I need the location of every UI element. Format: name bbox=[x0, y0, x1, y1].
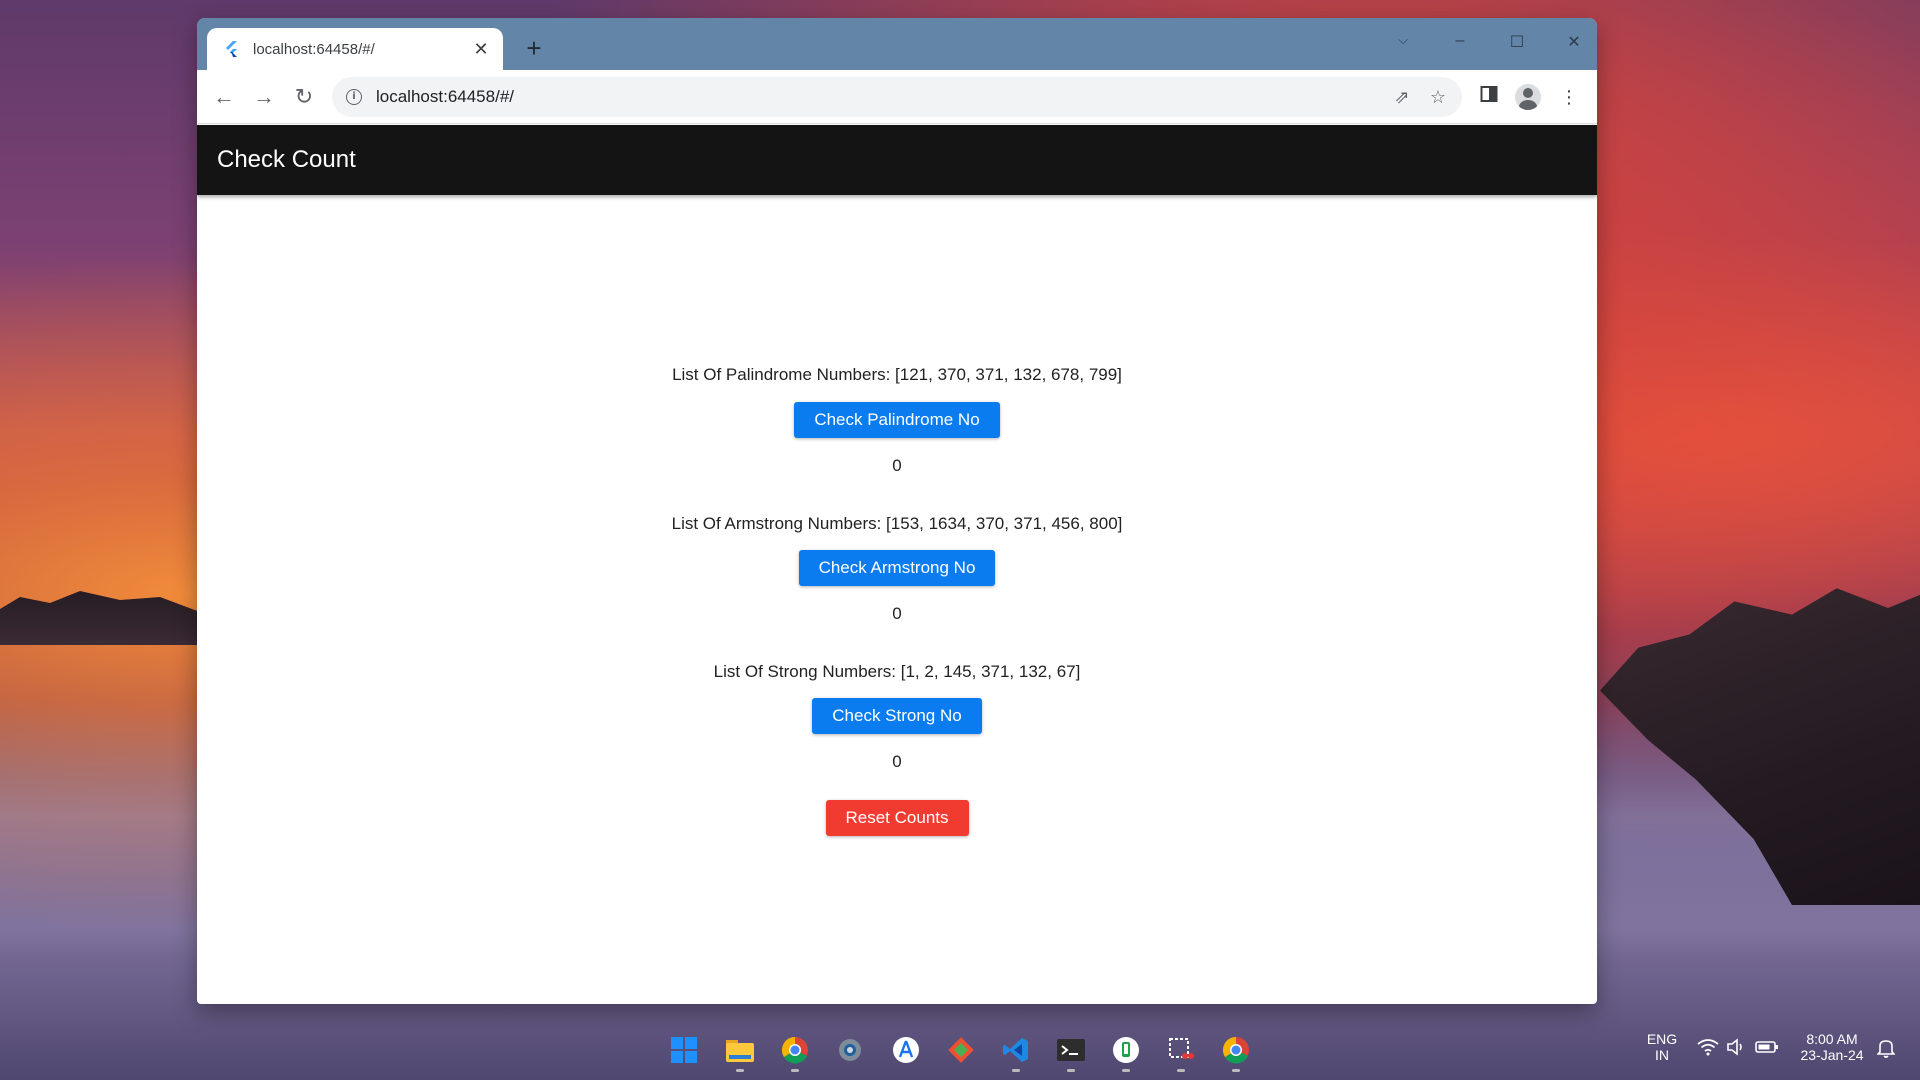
battery-icon[interactable] bbox=[1754, 1038, 1780, 1059]
clock-date: 23-Jan-24 bbox=[1800, 1047, 1864, 1063]
reset-counts-button[interactable]: Reset Counts bbox=[825, 800, 969, 836]
share-icon[interactable]: ⇗ bbox=[1384, 87, 1420, 108]
address-bar[interactable]: i localhost:64458/#/ ⇗ ☆ bbox=[332, 77, 1462, 117]
running-indicator bbox=[1232, 1069, 1240, 1072]
reload-icon[interactable]: ↻ bbox=[289, 82, 319, 112]
running-indicator bbox=[1067, 1069, 1075, 1072]
terminal-icon[interactable] bbox=[1055, 1034, 1087, 1066]
notification-bell-icon[interactable] bbox=[1874, 1038, 1898, 1061]
running-indicator bbox=[736, 1069, 744, 1072]
running-indicator bbox=[1177, 1069, 1185, 1072]
back-icon[interactable]: ← bbox=[209, 82, 239, 112]
chrome-icon[interactable] bbox=[1220, 1034, 1252, 1066]
wifi-icon[interactable] bbox=[1694, 1038, 1722, 1061]
menu-kebab-icon[interactable]: ⋮ bbox=[1555, 84, 1583, 112]
browser-window: localhost:64458/#/ ✕ + ⌵ – ☐ ✕ ← → ↻ i l… bbox=[197, 18, 1597, 1004]
file-explorer-icon[interactable] bbox=[724, 1034, 756, 1066]
language-code: ENG bbox=[1646, 1031, 1678, 1047]
bookmark-star-icon[interactable]: ☆ bbox=[1420, 87, 1456, 108]
side-panel-icon[interactable] bbox=[1475, 84, 1503, 112]
forward-icon[interactable]: → bbox=[249, 82, 279, 112]
maximize-icon[interactable]: ☐ bbox=[1503, 32, 1531, 52]
snipping-tool-icon[interactable] bbox=[1165, 1034, 1197, 1066]
app-store-icon[interactable] bbox=[890, 1034, 922, 1066]
phone-link-icon[interactable] bbox=[1110, 1034, 1142, 1066]
profile-avatar-icon[interactable] bbox=[1515, 84, 1541, 110]
running-indicator bbox=[1012, 1069, 1020, 1072]
page-title: Check Count bbox=[217, 146, 356, 173]
palindrome-list-label: List Of Palindrome Numbers: [121, 370, 3… bbox=[672, 365, 1122, 384]
tab-search-icon[interactable]: ⌵ bbox=[1389, 32, 1417, 48]
check-armstrong-button[interactable]: Check Armstrong No bbox=[798, 550, 996, 586]
volume-icon[interactable] bbox=[1724, 1038, 1748, 1059]
app-bar: Check Count bbox=[197, 125, 1597, 195]
check-strong-button[interactable]: Check Strong No bbox=[812, 698, 982, 734]
running-indicator bbox=[1122, 1069, 1130, 1072]
strong-count: 0 bbox=[892, 752, 902, 771]
running-indicator bbox=[791, 1069, 799, 1072]
settings-icon[interactable] bbox=[834, 1034, 866, 1066]
new-tab-icon[interactable]: + bbox=[519, 34, 549, 64]
chrome-icon[interactable] bbox=[779, 1034, 811, 1066]
browser-toolbar: ← → ↻ i localhost:64458/#/ ⇗ ☆ ⋮ bbox=[197, 70, 1597, 124]
minimize-icon[interactable]: – bbox=[1446, 32, 1474, 50]
check-palindrome-button[interactable]: Check Palindrome No bbox=[794, 402, 1000, 438]
browser-tab[interactable]: localhost:64458/#/ ✕ bbox=[207, 28, 503, 70]
site-info-icon[interactable]: i bbox=[346, 89, 362, 105]
palindrome-count: 0 bbox=[892, 456, 902, 475]
armstrong-count: 0 bbox=[892, 604, 902, 623]
main-content: List Of Palindrome Numbers: [121, 370, 3… bbox=[197, 195, 1597, 1004]
close-tab-icon[interactable]: ✕ bbox=[471, 40, 491, 58]
tab-title: localhost:64458/#/ bbox=[253, 40, 375, 58]
strong-list-label: List Of Strong Numbers: [1, 2, 145, 371,… bbox=[713, 662, 1081, 681]
clock-time: 8:00 AM bbox=[1806, 1031, 1858, 1047]
git-icon[interactable] bbox=[945, 1034, 977, 1066]
windows-start-icon[interactable] bbox=[668, 1034, 700, 1066]
armstrong-list-label: List Of Armstrong Numbers: [153, 1634, 3… bbox=[671, 514, 1123, 533]
region-code: IN bbox=[1655, 1047, 1669, 1063]
tab-strip: localhost:64458/#/ ✕ + ⌵ – ☐ ✕ bbox=[197, 18, 1597, 70]
clock[interactable]: 8:00 AM 23-Jan-24 bbox=[1792, 1031, 1872, 1063]
url-text: localhost:64458/#/ bbox=[376, 87, 514, 106]
wallpaper-shore bbox=[0, 591, 200, 645]
vscode-icon[interactable] bbox=[1000, 1034, 1032, 1066]
close-window-icon[interactable]: ✕ bbox=[1560, 32, 1588, 52]
language-indicator[interactable]: ENG IN bbox=[1640, 1031, 1684, 1063]
flutter-icon bbox=[226, 41, 237, 57]
